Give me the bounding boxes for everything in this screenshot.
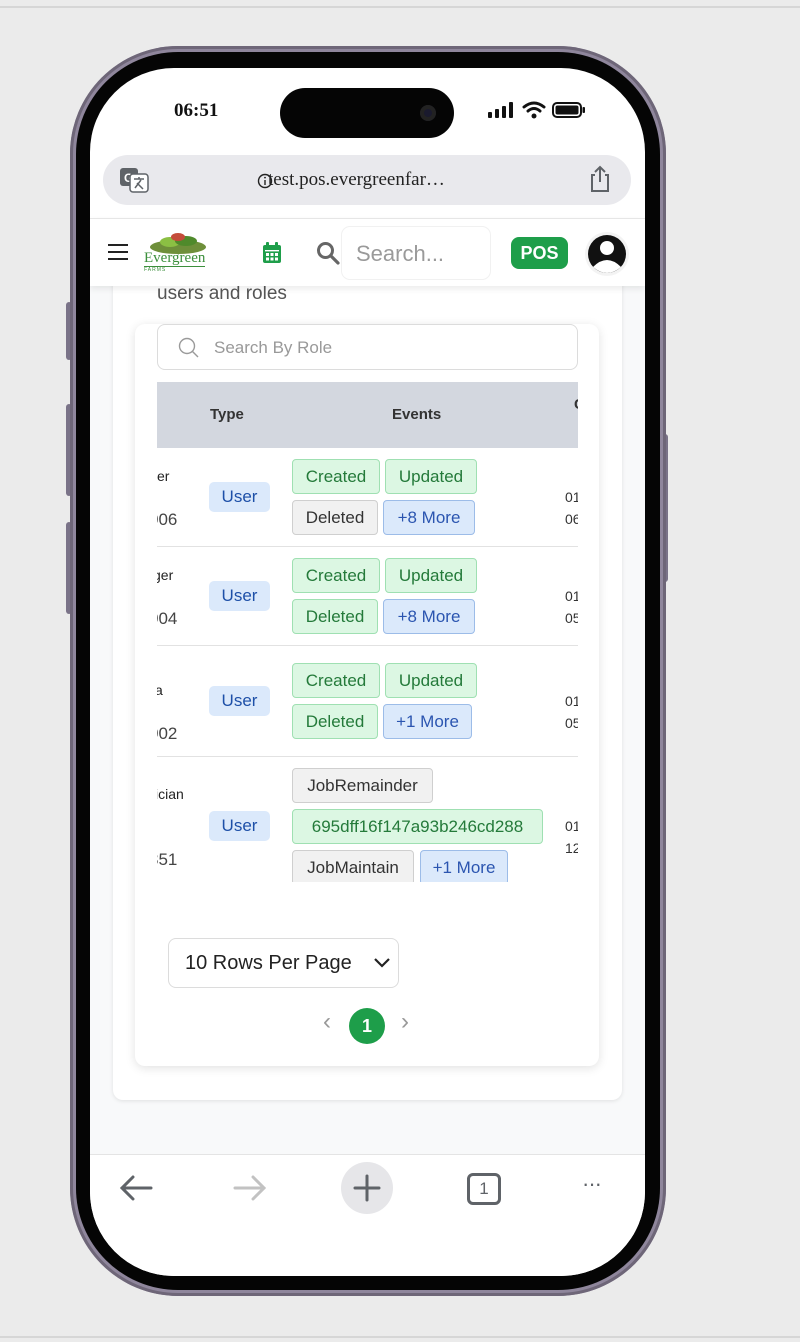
row-id-fragment: 004 xyxy=(157,609,178,628)
page-1-button[interactable]: 1 xyxy=(349,1008,385,1044)
table-header: Type Events C xyxy=(157,382,578,448)
hamburger-menu-icon[interactable] xyxy=(108,242,128,262)
event-tag: Deleted xyxy=(292,704,378,739)
roles-table-card: Search By Role Type Events C er 006 User… xyxy=(135,324,599,1066)
more-menu-icon[interactable]: ··· xyxy=(582,1171,602,1197)
dynamic-island xyxy=(280,88,454,138)
row-date-line2: 05 xyxy=(565,610,578,626)
table-row: a 002 User Created Updated Deleted +1 Mo… xyxy=(157,646,578,757)
event-tag: Updated xyxy=(385,459,477,494)
pagination: ‹ 1 › xyxy=(135,1006,599,1044)
more-events-tag[interactable]: +1 More xyxy=(383,704,472,739)
row-name-fragment: er xyxy=(157,468,170,484)
global-search-input[interactable]: Search... xyxy=(342,227,490,279)
role-search-placeholder: Search By Role xyxy=(214,338,333,357)
event-tag: Created xyxy=(292,558,380,593)
next-page-button[interactable]: › xyxy=(401,1008,409,1036)
rows-per-page-value: 10 Rows Per Page xyxy=(185,952,352,974)
battery-icon xyxy=(552,102,585,118)
cellular-signal-icon xyxy=(488,102,513,118)
row-name-fragment: a xyxy=(157,682,163,698)
roles-table: Type Events C er 006 User Created Update… xyxy=(157,382,578,882)
event-tag: 695dff16f147a93b246cd288 xyxy=(292,809,543,844)
type-badge: User xyxy=(209,482,270,512)
row-name-fragment: ician xyxy=(157,786,184,802)
back-arrow-icon[interactable] xyxy=(118,1173,154,1203)
wifi-icon xyxy=(522,101,546,119)
status-time: 06:51 xyxy=(174,100,219,121)
calendar-icon[interactable] xyxy=(262,242,282,264)
row-date-line1: 01 xyxy=(565,489,578,505)
row-date-line1: 01 xyxy=(565,693,578,709)
global-search-placeholder: Search... xyxy=(356,241,445,266)
table-row: ician 351 User JobRemainder 695dff16f147… xyxy=(157,757,578,882)
type-badge: User xyxy=(209,811,270,841)
event-tag: Created xyxy=(292,459,380,494)
tab-switcher-button[interactable]: 1 xyxy=(467,1173,501,1205)
type-badge: User xyxy=(209,686,270,716)
phone-screen: 06:51 G test.pos.evergreenfar… Evergreen… xyxy=(90,68,645,1276)
row-date-line2: 12 xyxy=(565,840,578,856)
new-tab-icon[interactable] xyxy=(341,1162,393,1214)
role-search-input[interactable]: Search By Role xyxy=(157,324,578,370)
share-icon[interactable] xyxy=(587,165,613,193)
row-date-line1: 01 xyxy=(565,818,578,834)
window-top-border xyxy=(0,6,800,8)
prev-page-button[interactable]: ‹ xyxy=(323,1008,331,1036)
role-search-icon xyxy=(178,337,199,358)
event-tag: JobMaintain xyxy=(292,850,414,882)
event-tag: Updated xyxy=(385,663,477,698)
header-extra: C xyxy=(574,396,578,413)
row-id-fragment: 351 xyxy=(157,850,178,869)
table-row: ger 004 User Created Updated Deleted +8 … xyxy=(157,547,578,646)
window-bottom-border xyxy=(0,1336,800,1338)
brand-logo[interactable]: Evergreen FARMS xyxy=(142,231,214,277)
more-events-tag[interactable]: +8 More xyxy=(383,500,475,535)
app-navbar: Evergreen FARMS Search... POS xyxy=(90,218,645,286)
header-type: Type xyxy=(210,406,244,423)
browser-toolbar: 1 ··· xyxy=(90,1154,645,1276)
roles-card: users and roles Search By Role Type Even… xyxy=(113,286,622,1100)
url-text[interactable]: test.pos.evergreenfar… xyxy=(268,169,445,191)
user-avatar-icon[interactable] xyxy=(584,231,630,277)
row-name-fragment: ger xyxy=(157,567,174,583)
header-events: Events xyxy=(392,406,442,423)
row-id-fragment: 006 xyxy=(157,510,178,529)
more-events-tag[interactable]: +1 More xyxy=(420,850,508,882)
event-tag: Deleted xyxy=(292,500,378,535)
main-content: users and roles Search By Role Type Even… xyxy=(90,286,645,1191)
type-badge: User xyxy=(209,581,270,611)
more-events-tag[interactable]: +8 More xyxy=(383,599,475,634)
row-date-line2: 05 xyxy=(565,715,578,731)
translate-icon[interactable]: G xyxy=(119,166,149,194)
pos-button[interactable]: POS xyxy=(511,237,568,269)
forward-arrow-icon xyxy=(233,1175,267,1201)
front-camera-icon xyxy=(420,105,436,121)
tab-count: 1 xyxy=(479,1179,489,1198)
event-tag: Updated xyxy=(385,558,477,593)
brand-sub: FARMS xyxy=(144,267,167,273)
rows-per-page-select[interactable]: 10 Rows Per Page xyxy=(168,938,399,988)
browser-url-bar[interactable]: G test.pos.evergreenfar… xyxy=(103,155,631,205)
search-icon[interactable] xyxy=(316,241,340,265)
table-row: er 006 User Created Updated Deleted +8 M… xyxy=(157,448,578,547)
brand-name: Evergreen xyxy=(144,250,206,267)
card-subtitle: users and roles xyxy=(157,286,287,304)
event-tag: Deleted xyxy=(292,599,378,634)
event-tag: Created xyxy=(292,663,380,698)
row-date-line2: 06 xyxy=(565,511,578,527)
row-id-fragment: 002 xyxy=(157,724,178,743)
event-tag: JobRemainder xyxy=(292,768,433,803)
chevron-down-icon xyxy=(374,958,390,968)
row-date-line1: 01 xyxy=(565,588,578,604)
